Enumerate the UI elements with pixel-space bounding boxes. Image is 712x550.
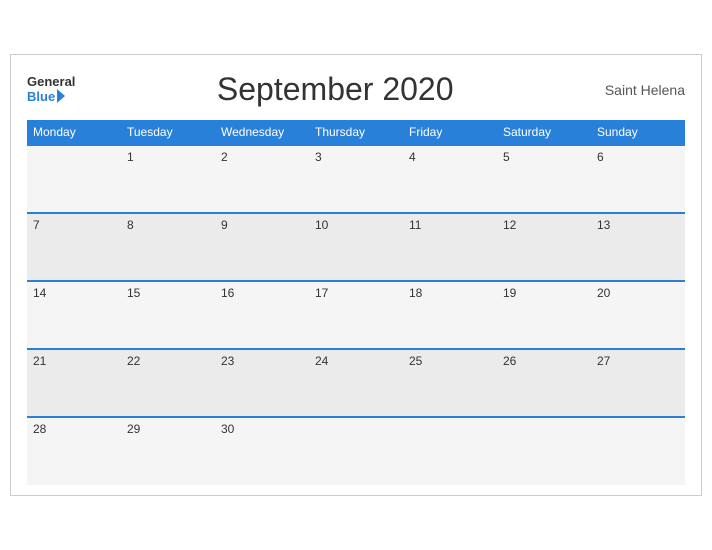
day-number: 26 — [503, 354, 516, 368]
calendar-cell: 16 — [215, 281, 309, 349]
calendar-header: General Blue September 2020 Saint Helena — [27, 71, 685, 108]
calendar-cell: 7 — [27, 213, 121, 281]
calendar-cell: 21 — [27, 349, 121, 417]
day-header-saturday: Saturday — [497, 120, 591, 145]
calendar-cell: 1 — [121, 145, 215, 213]
day-number: 27 — [597, 354, 610, 368]
week-row-4: 21 22 23 24 25 26 27 — [27, 349, 685, 417]
day-number: 11 — [409, 218, 421, 232]
calendar-cell: 27 — [591, 349, 685, 417]
calendar-grid: MondayTuesdayWednesdayThursdayFridaySatu… — [27, 120, 685, 485]
calendar-container: General Blue September 2020 Saint Helena… — [10, 54, 702, 496]
calendar-cell: 10 — [309, 213, 403, 281]
day-number: 22 — [127, 354, 140, 368]
calendar-cell — [591, 417, 685, 485]
calendar-cell: 4 — [403, 145, 497, 213]
day-number: 24 — [315, 354, 328, 368]
day-number: 6 — [597, 150, 604, 164]
day-number: 17 — [315, 286, 328, 300]
day-number: 20 — [597, 286, 610, 300]
calendar-cell: 18 — [403, 281, 497, 349]
calendar-cell: 14 — [27, 281, 121, 349]
calendar-cell: 3 — [309, 145, 403, 213]
calendar-cell: 15 — [121, 281, 215, 349]
calendar-cell: 24 — [309, 349, 403, 417]
calendar-cell: 25 — [403, 349, 497, 417]
days-header-row: MondayTuesdayWednesdayThursdayFridaySatu… — [27, 120, 685, 145]
day-header-sunday: Sunday — [591, 120, 685, 145]
logo-general-text: General — [27, 75, 75, 89]
day-header-thursday: Thursday — [309, 120, 403, 145]
calendar-cell: 23 — [215, 349, 309, 417]
day-number: 9 — [221, 218, 228, 232]
calendar-cell — [27, 145, 121, 213]
logo-triangle-icon — [57, 89, 65, 103]
calendar-cell: 13 — [591, 213, 685, 281]
calendar-cell — [403, 417, 497, 485]
calendar-cell: 29 — [121, 417, 215, 485]
day-number: 29 — [127, 422, 140, 436]
day-number: 7 — [33, 218, 40, 232]
day-number: 30 — [221, 422, 234, 436]
day-header-friday: Friday — [403, 120, 497, 145]
day-number: 18 — [409, 286, 422, 300]
logo-blue-area: Blue — [27, 89, 65, 104]
calendar-cell: 12 — [497, 213, 591, 281]
day-number: 5 — [503, 150, 510, 164]
day-header-monday: Monday — [27, 120, 121, 145]
calendar-cell: 11 — [403, 213, 497, 281]
day-number: 13 — [597, 218, 610, 232]
day-number: 19 — [503, 286, 516, 300]
calendar-cell: 8 — [121, 213, 215, 281]
calendar-cell: 30 — [215, 417, 309, 485]
calendar-cell: 28 — [27, 417, 121, 485]
logo-area: General Blue — [27, 75, 75, 104]
calendar-cell: 17 — [309, 281, 403, 349]
day-header-wednesday: Wednesday — [215, 120, 309, 145]
week-row-3: 14 15 16 17 18 19 20 — [27, 281, 685, 349]
region-label: Saint Helena — [595, 82, 685, 98]
day-number: 1 — [127, 150, 134, 164]
calendar-cell: 9 — [215, 213, 309, 281]
day-number: 21 — [33, 354, 46, 368]
day-number: 4 — [409, 150, 416, 164]
calendar-cell: 6 — [591, 145, 685, 213]
calendar-cell: 22 — [121, 349, 215, 417]
calendar-cell: 26 — [497, 349, 591, 417]
week-row-1: 1 2 3 4 5 6 — [27, 145, 685, 213]
week-row-2: 7 8 9 10 11 12 13 — [27, 213, 685, 281]
calendar-title: September 2020 — [75, 71, 595, 108]
day-number: 28 — [33, 422, 46, 436]
calendar-cell: 19 — [497, 281, 591, 349]
logo-blue-text: Blue — [27, 89, 55, 104]
day-number: 16 — [221, 286, 234, 300]
day-number: 3 — [315, 150, 322, 164]
day-number: 10 — [315, 218, 328, 232]
calendar-cell: 2 — [215, 145, 309, 213]
calendar-cell — [309, 417, 403, 485]
day-number: 8 — [127, 218, 134, 232]
calendar-cell — [497, 417, 591, 485]
calendar-cell: 5 — [497, 145, 591, 213]
day-number: 2 — [221, 150, 228, 164]
day-number: 14 — [33, 286, 46, 300]
day-number: 25 — [409, 354, 422, 368]
day-number: 12 — [503, 218, 516, 232]
calendar-cell: 20 — [591, 281, 685, 349]
day-header-tuesday: Tuesday — [121, 120, 215, 145]
day-number: 23 — [221, 354, 234, 368]
day-number: 15 — [127, 286, 140, 300]
week-row-5: 28 29 30 — [27, 417, 685, 485]
